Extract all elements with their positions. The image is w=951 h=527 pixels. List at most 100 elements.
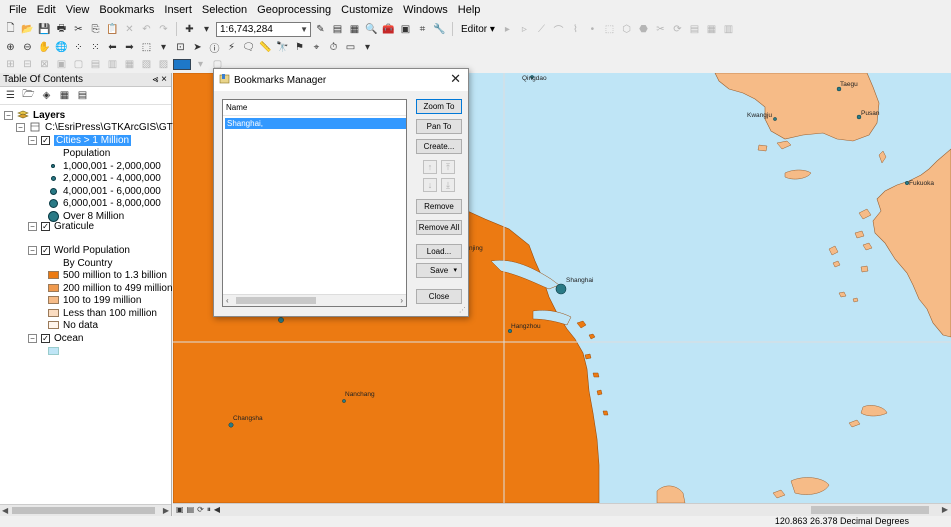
add-data-icon[interactable]: ✚ [182,22,197,37]
menu-view[interactable]: View [61,0,95,20]
scroll-right-icon[interactable]: ▶ [942,504,948,516]
resize-grip-icon[interactable]: ⋰ [459,306,466,314]
move-bottom-icon[interactable]: ⤓ [441,178,455,192]
scrollbar-thumb[interactable] [12,507,155,514]
fixed-zoom-out-icon[interactable]: ⁙ [88,40,103,55]
save-button[interactable]: Save ▾ [416,263,462,278]
toc-layer-graticule[interactable]: − ✓ Graticule [28,220,94,232]
layout-view-icon[interactable]: ▤ [187,504,195,516]
remove-button[interactable]: Remove [416,199,462,214]
paste-icon[interactable]: 📋 [105,22,120,37]
menu-customize[interactable]: Customize [336,0,398,20]
layer-visibility-checkbox[interactable]: ✓ [41,333,50,343]
go-to-xy-icon[interactable]: ⌖ [309,40,324,55]
refresh-icon[interactable]: ⟳ [197,504,204,516]
copy-icon[interactable]: ⎘ [88,22,103,37]
create-viewer-window-icon[interactable]: ▭ [343,40,358,55]
scrollbar-thumb[interactable] [236,297,316,304]
pause-drawing-icon[interactable]: ⏸ [207,504,211,516]
open-folder-icon[interactable]: 📂 [20,22,35,37]
back-arrow-icon[interactable]: ⬅ [105,40,120,55]
list-by-selection-icon[interactable]: ▦ [57,88,72,103]
move-down-icon[interactable]: ↓ [423,178,437,192]
find-icon[interactable]: 🔭 [275,40,290,55]
map-scale-combobox[interactable]: 1:6,743,284 ▼ [216,21,311,37]
collapse-icon[interactable]: − [4,110,13,120]
dialog-titlebar[interactable]: Bookmarks Manager ✕ [214,69,468,91]
toc-layers-row[interactable]: − Layers [4,109,65,121]
list-column-header-name[interactable]: Name [223,100,406,116]
move-top-icon[interactable]: ⤒ [441,160,455,174]
pan-hand-icon[interactable]: ✋ [37,40,52,55]
close-button[interactable]: Close [416,289,462,304]
identify-icon[interactable]: ⓘ [207,40,222,55]
collapse-icon[interactable]: − [28,245,37,255]
menu-bookmarks[interactable]: Bookmarks [94,0,159,20]
python-window-icon[interactable]: ▣ [398,22,413,37]
zoom-in-icon[interactable]: ⊕ [3,40,18,55]
chevron-down-icon[interactable]: ▾ [199,22,214,37]
scrollbar-thumb[interactable] [811,506,929,514]
chevron-down-icon[interactable]: ▾ [360,40,375,55]
toc-dock-controls[interactable]: ⪡ × [153,73,167,87]
tool-icon[interactable]: 🔧 [432,22,447,37]
fill-color-swatch[interactable] [173,59,191,70]
collapse-icon[interactable]: − [28,333,37,343]
layer-visibility-checkbox[interactable]: ✓ [41,245,50,255]
select-elements-icon[interactable]: ➤ [190,40,205,55]
zoom-to-button[interactable]: Zoom To [416,99,462,114]
toc-horizontal-scrollbar[interactable]: ◀ ▶ [0,504,171,516]
model-builder-icon[interactable]: ⌗ [415,22,430,37]
collapse-icon[interactable]: − [16,122,25,132]
toc-layer-ocean[interactable]: − ✓ Ocean [28,332,83,344]
zoom-out-icon[interactable]: ⊖ [20,40,35,55]
full-extent-icon[interactable]: 🌐 [54,40,69,55]
delete-icon[interactable]: ✕ [122,22,137,37]
redo-icon[interactable]: ↷ [156,22,171,37]
fixed-zoom-in-icon[interactable]: ⁘ [71,40,86,55]
print-icon[interactable]: 🖶 [54,22,69,37]
html-popup-icon[interactable]: 🗨 [241,40,256,55]
menu-geoprocessing[interactable]: Geoprocessing [252,0,336,20]
menu-help[interactable]: Help [453,0,486,20]
search-window-icon[interactable]: 🔍 [364,22,379,37]
pan-to-button[interactable]: Pan To [416,119,462,134]
menu-selection[interactable]: Selection [197,0,252,20]
menu-windows[interactable]: Windows [398,0,453,20]
menu-file[interactable]: File [4,0,32,20]
load-button[interactable]: Load... [416,244,462,259]
table-of-contents-icon[interactable]: ▤ [330,22,345,37]
catalog-icon[interactable]: ▦ [347,22,362,37]
collapse-icon[interactable]: − [28,135,37,145]
toc-layer-cities[interactable]: − ✓ Cities > 1 Million [28,134,132,146]
editor-toolbar-icon[interactable]: ✎ [313,22,328,37]
list-horizontal-scrollbar[interactable]: ‹ › [223,294,406,306]
map-horizontal-scrollbar[interactable]: ▣ ▤ ⟳ ⏸ ◀ ▶ [173,503,951,516]
list-by-visibility-icon[interactable]: ◈ [39,88,54,103]
scroll-left-icon[interactable]: ‹ [226,295,229,306]
menu-insert[interactable]: Insert [159,0,197,20]
bookmarks-list[interactable]: Name Shanghai, ‹ › [222,99,407,307]
arctoolbox-icon[interactable]: 🧰 [381,22,396,37]
measure-icon[interactable]: 📏 [258,40,273,55]
toc-layer-world-population[interactable]: − ✓ World Population [28,244,130,256]
find-route-icon[interactable]: ⚑ [292,40,307,55]
clear-selection-icon[interactable]: ⊡ [173,40,188,55]
hyperlink-icon[interactable]: ⚡ [224,40,239,55]
remove-all-button[interactable]: Remove All [416,220,462,235]
select-features-icon[interactable]: ⬚ [139,40,154,55]
editor-menu-button[interactable]: Editor ▾ [458,24,498,35]
scroll-left-icon[interactable]: ◀ [2,505,8,516]
data-view-icon[interactable]: ▣ [176,504,184,516]
forward-arrow-icon[interactable]: ➡ [122,40,137,55]
create-button[interactable]: Create... [416,139,462,154]
chevron-down-icon[interactable]: ▾ [156,40,171,55]
list-by-drawing-order-icon[interactable]: ☰ [3,88,18,103]
options-icon[interactable]: ▤ [75,88,90,103]
list-item-bookmark[interactable]: Shanghai, [225,118,406,129]
chevron-down-icon[interactable]: ▾ [453,264,457,277]
new-document-icon[interactable]: 🗋 [3,22,18,37]
layer-visibility-checkbox[interactable]: ✓ [41,221,50,231]
cut-icon[interactable]: ✂ [71,22,86,37]
layer-visibility-checkbox[interactable]: ✓ [41,135,50,145]
